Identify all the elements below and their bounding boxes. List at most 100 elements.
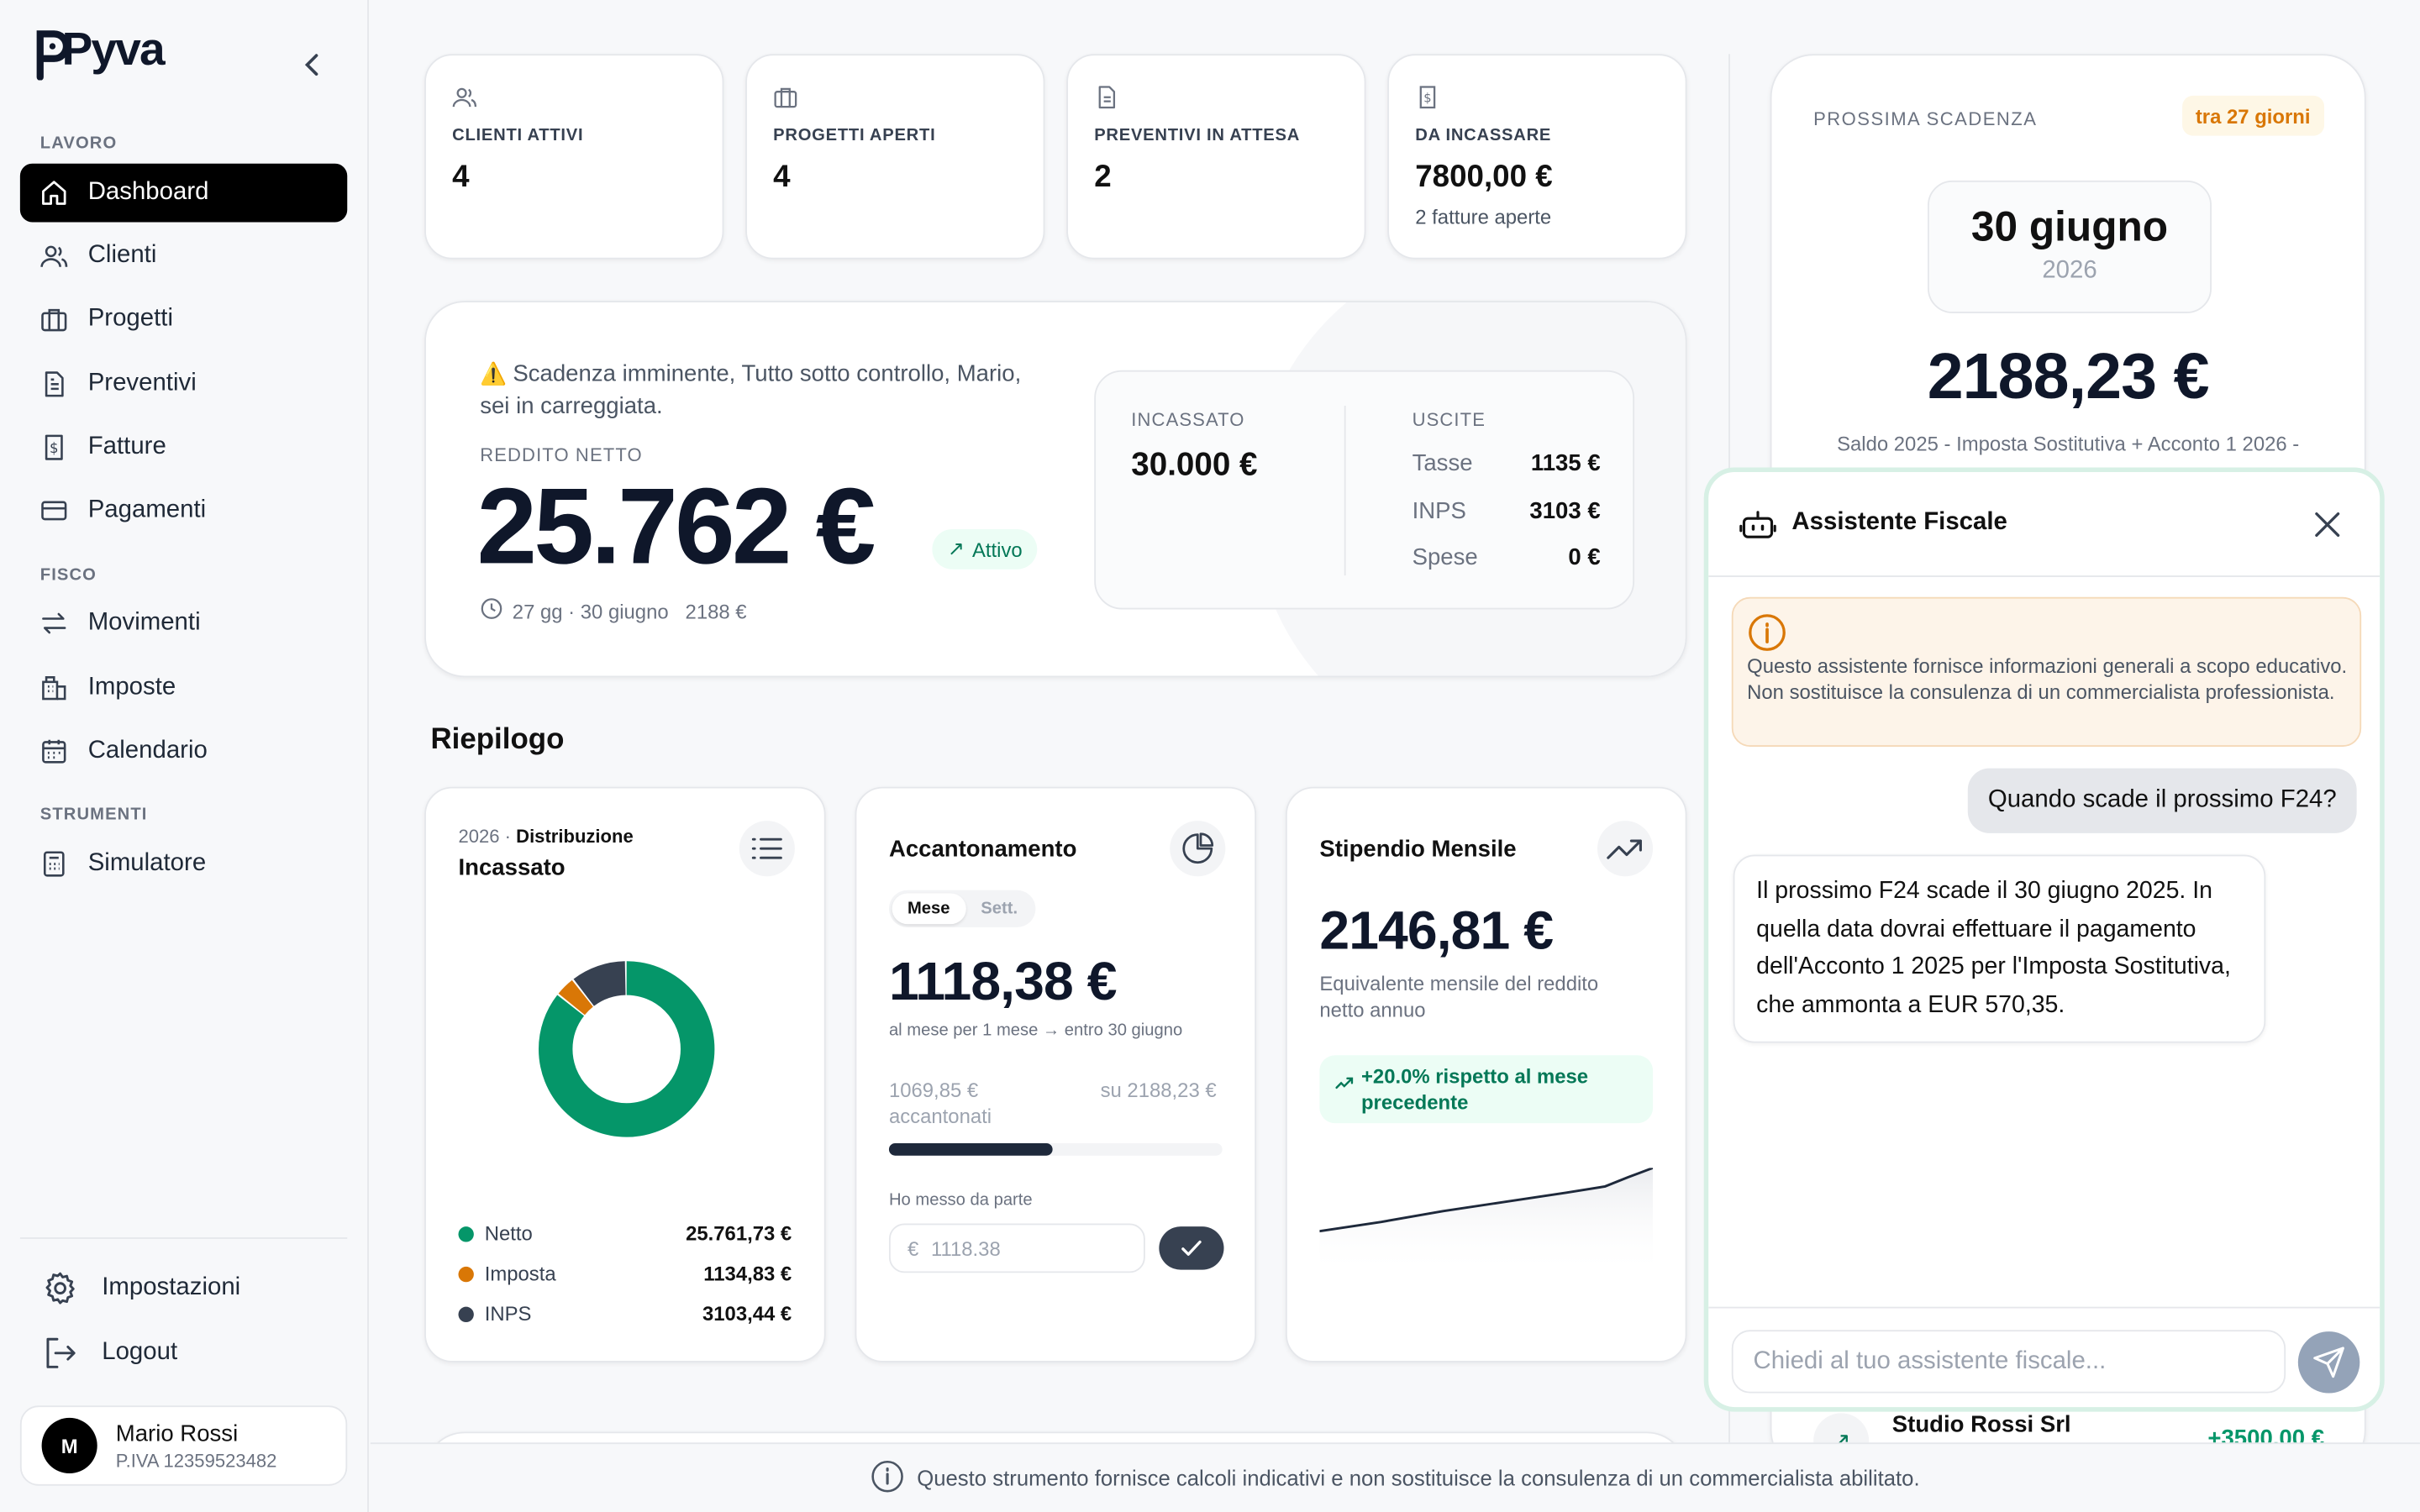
nav-item-preventivi[interactable]: Preventivi xyxy=(20,354,347,413)
saving-progress-bar xyxy=(888,1142,1223,1156)
assistant-title: Assistente Fiscale xyxy=(1791,509,2007,536)
salary-value: 2146,81 € xyxy=(1319,900,1554,962)
kpi-card-clients[interactable]: CLIENTI ATTIVI 4 xyxy=(424,54,724,260)
users-icon xyxy=(40,242,68,270)
home-icon xyxy=(40,179,68,207)
briefcase-icon xyxy=(773,85,797,109)
status-badge: ↗ Attivo xyxy=(932,528,1039,570)
kpi-value: 2 xyxy=(1094,160,1112,195)
legend-value: 3103,44 € xyxy=(702,1302,792,1326)
nav-label: Calendario xyxy=(87,737,208,764)
close-icon[interactable] xyxy=(2309,506,2346,543)
nav-label: Clienti xyxy=(87,242,157,269)
nav-label: Movimenti xyxy=(87,609,201,636)
svg-text:$: $ xyxy=(1423,91,1431,105)
deadline-summary: 27 gg · 30 giugno 2188 € xyxy=(480,597,747,625)
nav-item-imposte[interactable]: Imposte xyxy=(20,659,347,717)
nav-item-fatture[interactable]: $ Fatture xyxy=(20,418,347,477)
deadline-date-box: 30 giugno 2026 xyxy=(1928,180,2212,313)
kpi-card-quotes[interactable]: PREVENTIVI IN ATTESA 2 xyxy=(1066,54,1366,260)
trend-view-button[interactable] xyxy=(1597,821,1654,877)
kpi-label: PREVENTIVI IN ATTESA xyxy=(1094,126,1301,145)
saving-progress-fill xyxy=(888,1142,1052,1156)
nav-item-simulatore[interactable]: Simulatore xyxy=(20,835,347,894)
nav-label: Pagamenti xyxy=(87,496,207,523)
legend-item: INPS 3103,44 € xyxy=(458,1302,792,1326)
kpi-card-receivables[interactable]: $ DA INCASSARE 7800,00 € 2 fatture apert… xyxy=(1387,54,1687,260)
divider xyxy=(1344,406,1346,576)
briefcase-icon xyxy=(40,306,68,333)
nav-item-dashboard[interactable]: Dashboard xyxy=(19,163,348,223)
collapse-sidebar-button[interactable] xyxy=(297,46,328,83)
uscite-row: INPS 3103 € xyxy=(1413,498,1601,524)
deadline-description: Saldo 2025 - Imposta Sostitutiva + Accon… xyxy=(1837,432,2300,455)
app-name: Pyva xyxy=(61,24,165,76)
net-income-value: 25.762 € xyxy=(476,465,876,586)
nav-item-calendario[interactable]: Calendario xyxy=(20,722,347,781)
saving-value: 1118,38 € xyxy=(888,952,1118,1012)
app-logo[interactable]: Pyva xyxy=(34,24,166,81)
year: 2026 xyxy=(458,825,500,848)
nav-label: Progetti xyxy=(87,305,173,332)
uscite-name: Tasse xyxy=(1412,450,1473,477)
building-icon xyxy=(40,675,68,702)
currency-symbol: € xyxy=(907,1236,919,1260)
tab-month[interactable]: Mese xyxy=(892,893,965,925)
separator: · xyxy=(499,825,517,848)
logout-label: Logout xyxy=(102,1339,178,1366)
settings-label: Impostazioni xyxy=(102,1274,241,1301)
saving-card: Accantonamento Mese Sett. 1118,38 € al m… xyxy=(855,786,1257,1362)
nav-label: Fatture xyxy=(87,433,166,460)
confirm-button[interactable] xyxy=(1159,1226,1224,1270)
nav-item-clienti[interactable]: Clienti xyxy=(20,227,347,286)
trend-badge: +20.0% rispetto al mese precedente xyxy=(1319,1055,1654,1124)
clock-icon xyxy=(480,597,503,625)
document-icon xyxy=(40,370,68,398)
uscite-value: 3103 € xyxy=(1529,498,1601,525)
distribution-caption: 2026 · Distribuzione xyxy=(458,826,633,848)
uscite-name: Spese xyxy=(1412,544,1478,571)
distribution-card: 2026 · Distribuzione Incassato Netto 25.7… xyxy=(424,786,826,1362)
pie-chart-icon xyxy=(1182,832,1214,864)
nav-label: Simulatore xyxy=(87,850,207,877)
target-amount: su 2188,23 € xyxy=(1100,1078,1217,1102)
kind: Distribuzione xyxy=(516,825,634,848)
incassato-value: 30.000 € xyxy=(1131,447,1258,483)
sidebar-divider xyxy=(19,1237,348,1239)
tab-week[interactable]: Sett. xyxy=(965,893,1034,924)
kpi-card-projects[interactable]: PROGETTI APERTI 4 xyxy=(745,54,1045,260)
kpi-value: 4 xyxy=(773,160,791,195)
input-placeholder: 1118.38 xyxy=(930,1236,1001,1260)
nav-label: Preventivi xyxy=(87,370,197,397)
kpi-value: 7800,00 € xyxy=(1415,160,1553,195)
salary-card: Stipendio Mensile 2146,81 € Equivalente … xyxy=(1285,786,1687,1362)
legend-value: 1134,83 € xyxy=(703,1262,792,1285)
list-view-button[interactable] xyxy=(739,821,795,877)
settings-link[interactable]: Impostazioni xyxy=(40,1268,240,1309)
transaction-name: Studio Rossi Srl xyxy=(1891,1411,2071,1438)
trending-up-icon xyxy=(1335,1071,1354,1097)
nav-item-progetti[interactable]: Progetti xyxy=(20,290,347,349)
saved-amount: 1069,85 € accantonati xyxy=(888,1078,992,1128)
nav-item-pagamenti[interactable]: Pagamenti xyxy=(20,481,347,540)
arrow-up-right-icon: ↗ xyxy=(947,537,965,560)
footer-disclaimer: Questo strumento fornisce calcoli indica… xyxy=(370,1442,2420,1512)
salary-caption: Equivalente mensile del reddito netto an… xyxy=(1319,972,1599,1021)
user-profile[interactable]: M Mario Rossi P.IVA 12359523482 xyxy=(19,1405,348,1486)
uscite-value: 0 € xyxy=(1568,544,1601,571)
nav-item-movimenti[interactable]: Movimenti xyxy=(20,594,347,653)
chat-input[interactable]: Chiedi al tuo assistente fiscale... xyxy=(1731,1330,2286,1394)
saving-caption: al mese per 1 mese → entro 30 giugno xyxy=(888,1021,1183,1040)
send-button[interactable] xyxy=(2297,1331,2360,1394)
saved-amount-input[interactable]: €1118.38 xyxy=(888,1223,1145,1273)
net-income-label: REDDITO NETTO xyxy=(480,444,643,466)
assistant-message: Il prossimo F24 scade il 30 giugno 2025.… xyxy=(1733,854,2266,1043)
logout-link[interactable]: Logout xyxy=(40,1333,177,1373)
user-message: Quando scade il prossimo F24? xyxy=(1967,768,2357,833)
pie-view-button[interactable] xyxy=(1170,821,1226,877)
section-title: Riepilogo xyxy=(430,723,565,756)
avatar: M xyxy=(41,1417,97,1474)
invoice-icon: $ xyxy=(40,433,68,461)
status-message: ⚠️ Scadenza imminente, Tutto sotto contr… xyxy=(480,358,1035,423)
calendar-icon xyxy=(40,738,68,765)
